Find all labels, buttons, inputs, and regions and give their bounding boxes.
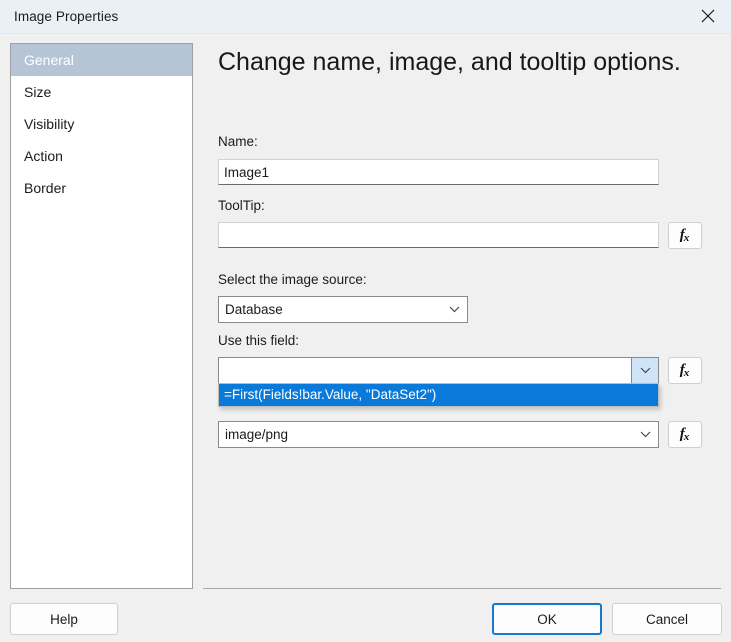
sidebar-item-general[interactable]: General: [11, 44, 192, 76]
page-title: Change name, image, and tooltip options.: [218, 46, 688, 79]
tooltip-input[interactable]: [218, 222, 659, 248]
title-bar: Image Properties: [0, 0, 731, 34]
sidebar-item-label: General: [24, 52, 74, 68]
cancel-button-label: Cancel: [646, 612, 688, 627]
category-list[interactable]: General Size Visibility Action Border: [10, 43, 193, 589]
use-field-label: Use this field:: [218, 333, 299, 348]
chevron-down-icon[interactable]: [632, 422, 658, 447]
fx-icon: fx: [680, 362, 691, 379]
footer-divider: [203, 588, 721, 589]
sidebar-item-label: Visibility: [24, 116, 74, 132]
mime-type-value: image/png: [225, 422, 288, 447]
image-source-value: Database: [225, 297, 283, 322]
mime-type-combo[interactable]: image/png: [218, 421, 659, 448]
use-field-expression-button[interactable]: fx: [668, 357, 702, 384]
chevron-down-icon[interactable]: [441, 297, 467, 322]
close-button[interactable]: [685, 0, 731, 32]
image-source-label: Select the image source:: [218, 272, 367, 287]
close-icon: [701, 9, 715, 23]
fx-icon: fx: [680, 227, 691, 244]
help-button[interactable]: Help: [10, 603, 118, 635]
cancel-button[interactable]: Cancel: [612, 603, 722, 635]
use-field-combo[interactable]: [218, 357, 659, 384]
sidebar-item-label: Size: [24, 84, 51, 100]
sidebar-item-action[interactable]: Action: [11, 140, 192, 172]
name-input[interactable]: [218, 159, 659, 185]
name-label: Name:: [218, 134, 258, 149]
tooltip-label: ToolTip:: [218, 198, 265, 213]
sidebar-item-label: Border: [24, 180, 66, 196]
sidebar-item-label: Action: [24, 148, 63, 164]
mime-type-expression-button[interactable]: fx: [668, 421, 702, 448]
chevron-down-icon[interactable]: [631, 358, 658, 383]
sidebar-item-border[interactable]: Border: [11, 172, 192, 204]
ok-button-label: OK: [537, 612, 557, 627]
use-field-dropdown-list[interactable]: =First(Fields!bar.Value, "DataSet2"): [218, 383, 659, 407]
dropdown-option-label: =First(Fields!bar.Value, "DataSet2"): [224, 387, 436, 402]
tooltip-expression-button[interactable]: fx: [668, 222, 702, 249]
image-source-combo[interactable]: Database: [218, 296, 468, 323]
fx-icon: fx: [680, 426, 691, 443]
sidebar-item-size[interactable]: Size: [11, 76, 192, 108]
window-title: Image Properties: [14, 9, 118, 24]
ok-button[interactable]: OK: [492, 603, 602, 635]
sidebar-item-visibility[interactable]: Visibility: [11, 108, 192, 140]
dropdown-option[interactable]: =First(Fields!bar.Value, "DataSet2"): [219, 384, 658, 406]
help-button-label: Help: [50, 612, 78, 627]
